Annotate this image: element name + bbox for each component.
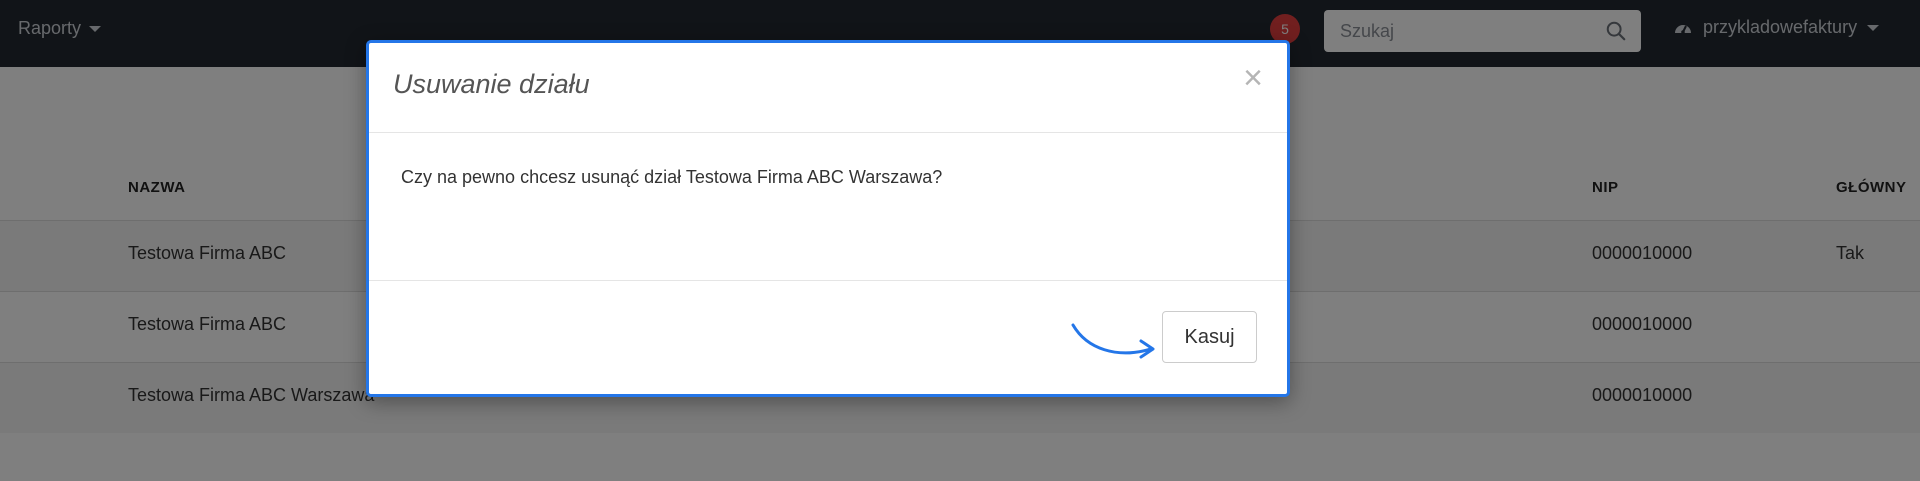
close-icon[interactable]: × <box>1243 61 1263 95</box>
confirmation-message: Czy na pewno chcesz usunąć dział Testowa… <box>401 167 943 187</box>
delete-department-modal: Usuwanie działu × Czy na pewno chcesz us… <box>366 40 1290 397</box>
modal-body: Czy na pewno chcesz usunąć dział Testowa… <box>369 133 1287 281</box>
delete-confirm-button[interactable]: Kasuj <box>1162 311 1257 363</box>
modal-header: Usuwanie działu × <box>369 43 1287 133</box>
modal-footer: Kasuj <box>369 281 1287 393</box>
modal-title: Usuwanie działu <box>393 69 590 99</box>
pointer-arrow-icon <box>1071 323 1155 359</box>
